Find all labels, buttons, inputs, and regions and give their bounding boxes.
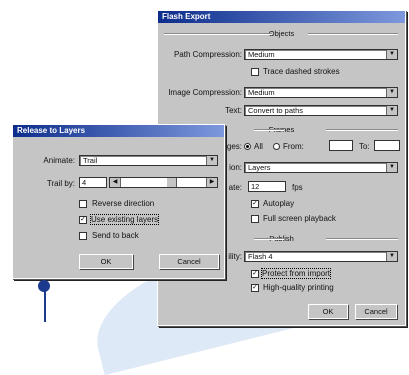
chevron-down-icon: ▼ xyxy=(386,106,397,115)
release-ok-button[interactable]: OK xyxy=(79,254,133,269)
chevron-down-icon: ▼ xyxy=(386,163,397,172)
highquality-checkbox[interactable]: ✓ xyxy=(251,284,259,292)
all-label: All xyxy=(254,142,263,151)
path-compression-select[interactable]: Medium ▼ xyxy=(244,49,398,60)
send-back-label: Send to back xyxy=(92,231,139,240)
check-icon: ✓ xyxy=(252,284,258,291)
frames-divider-right xyxy=(326,129,398,131)
frames-from-value: Layers xyxy=(248,163,271,172)
trace-dashed-label: Trace dashed strokes xyxy=(263,67,340,76)
from-radio[interactable] xyxy=(273,143,280,150)
publish-divider-right xyxy=(326,238,398,240)
flash-export-ok-button[interactable]: OK xyxy=(308,304,348,319)
autoplay-checkbox[interactable]: ✓ xyxy=(251,200,259,208)
publish-divider-left xyxy=(254,238,284,240)
release-cancel-button[interactable]: Cancel xyxy=(159,254,219,269)
to-label: To: xyxy=(359,142,370,151)
to-input[interactable] xyxy=(374,140,400,151)
path-compression-value: Medium xyxy=(248,50,275,59)
reverse-label: Reverse direction xyxy=(92,199,155,208)
highquality-label: High-quality printing xyxy=(263,283,334,292)
chevron-down-icon: ▼ xyxy=(206,156,217,165)
from-input[interactable] xyxy=(329,140,353,151)
autoplay-label: Autoplay xyxy=(263,199,295,208)
chevron-down-icon: ▼ xyxy=(386,88,397,97)
check-icon: ✓ xyxy=(80,216,86,223)
from-label: From: xyxy=(283,142,304,151)
animate-select[interactable]: Trail ▼ xyxy=(79,155,218,166)
callout-dot xyxy=(38,280,50,292)
reverse-checkbox[interactable] xyxy=(79,200,87,208)
image-compression-value: Medium xyxy=(248,88,275,97)
flash-export-title: Flash Export xyxy=(158,11,405,23)
image-compression-select[interactable]: Medium ▼ xyxy=(244,87,398,98)
trail-by-input[interactable]: 4 xyxy=(79,177,107,188)
fps-label: fps xyxy=(292,183,303,192)
trail-by-label: Trail by: xyxy=(46,179,75,188)
check-icon: ✓ xyxy=(252,270,258,277)
text-select[interactable]: Convert to paths ▼ xyxy=(244,105,398,116)
chevron-down-icon: ▼ xyxy=(386,252,397,261)
image-compression-label: Image Compression: xyxy=(168,88,242,97)
text-value: Convert to paths xyxy=(248,106,304,115)
slider-thumb[interactable] xyxy=(166,178,177,187)
fullscreen-label: Full screen playback xyxy=(263,214,336,223)
send-back-checkbox[interactable] xyxy=(79,232,87,240)
arrow-left-icon[interactable]: ◀ xyxy=(110,178,121,187)
use-existing-checkbox[interactable]: ✓ xyxy=(79,216,87,224)
animate-label: Animate: xyxy=(43,156,75,165)
flash-export-cancel-button[interactable]: Cancel xyxy=(355,304,397,319)
chevron-down-icon: ▼ xyxy=(386,50,397,59)
objects-divider-right xyxy=(308,33,398,35)
check-icon: ✓ xyxy=(252,200,258,207)
frames-from-select[interactable]: Layers ▼ xyxy=(244,162,398,173)
protect-label: Protect from import xyxy=(260,268,332,279)
compatibility-select[interactable]: Flash 4 ▼ xyxy=(244,251,398,262)
objects-divider-left xyxy=(164,33,272,35)
fullscreen-checkbox[interactable] xyxy=(251,215,259,223)
frames-divider-left xyxy=(254,129,284,131)
animate-value: Trail xyxy=(83,156,98,165)
trail-by-slider[interactable]: ◀ ▶ xyxy=(109,177,218,188)
protect-checkbox[interactable]: ✓ xyxy=(251,270,259,278)
path-compression-label: Path Compression: xyxy=(173,50,242,59)
trace-dashed-checkbox[interactable] xyxy=(251,68,259,76)
compatibility-value: Flash 4 xyxy=(248,252,273,261)
release-to-layers-title: Release to Layers xyxy=(13,125,224,137)
release-to-layers-dialog: Release to Layers Animate: Trail ▼ Trail… xyxy=(12,124,225,279)
all-radio[interactable] xyxy=(244,143,251,150)
frame-rate-input[interactable]: 12 xyxy=(248,181,286,192)
text-label: Text: xyxy=(225,106,242,115)
use-existing-label: Use existing layers xyxy=(89,214,160,225)
arrow-right-icon[interactable]: ▶ xyxy=(206,178,217,187)
